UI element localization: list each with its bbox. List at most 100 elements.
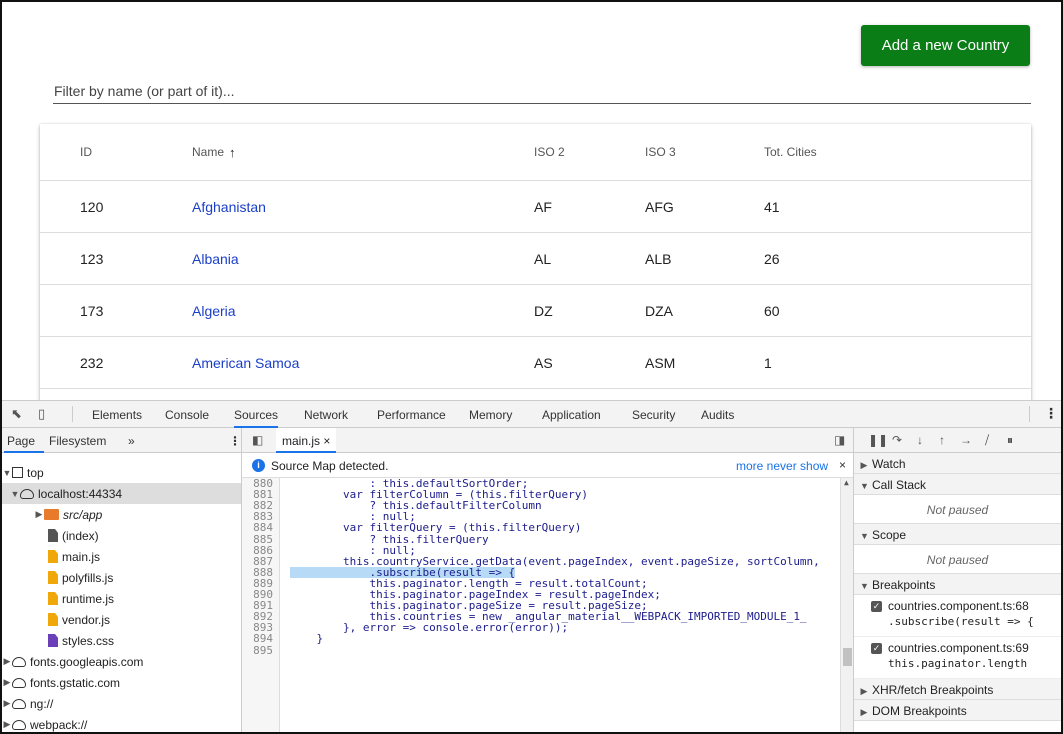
tree-item-src-app[interactable]: ▶ src/app	[2, 504, 241, 525]
code-line[interactable]: 894 }	[242, 633, 840, 644]
header-iso2[interactable]: ISO 2	[534, 124, 565, 180]
tab-elements[interactable]: Elements	[92, 408, 142, 422]
code-line[interactable]: 884 var filterQuery = (this.filterQuery)	[242, 522, 840, 533]
header-iso3[interactable]: ISO 3	[645, 124, 676, 180]
tab-application[interactable]: Application	[542, 408, 601, 422]
breakpoint-location: countries.component.ts:68	[888, 599, 1029, 613]
tab-security[interactable]: Security	[632, 408, 675, 422]
devtools-panel: ⬉ ▯ Elements Console Sources Network Per…	[2, 400, 1061, 732]
breakpoint-checkbox[interactable]: ✓	[871, 601, 882, 612]
tree-item-vendor-js[interactable]: vendor.js	[2, 609, 241, 630]
step-over-icon[interactable]: ↷	[892, 433, 902, 447]
tab-memory[interactable]: Memory	[469, 408, 512, 422]
tree-item-main-js[interactable]: main.js	[2, 546, 241, 567]
tab-console[interactable]: Console	[165, 408, 209, 422]
code-line[interactable]: 885 ? this.filterQuery	[242, 532, 840, 546]
cloud-icon	[12, 698, 26, 709]
close-infobar-icon[interactable]: ×	[839, 458, 846, 472]
breakpoint-item[interactable]: ✓ countries.component.ts:69 this.paginat…	[854, 637, 1061, 679]
line-number[interactable]: 895	[242, 644, 276, 655]
code-text: ? this.filterQuery	[290, 532, 489, 546]
tree-item-ng[interactable]: ▶ ng://	[2, 693, 241, 714]
tab-sources[interactable]: Sources	[234, 408, 279, 428]
device-toolbar-icon[interactable]: ▯	[38, 406, 45, 422]
toggle-navigator-icon[interactable]: ◧	[252, 433, 263, 447]
tree-label: main.js	[62, 549, 101, 564]
header-cities[interactable]: Tot. Cities	[764, 124, 817, 180]
step-into-icon[interactable]: ↓	[917, 433, 923, 447]
pause-on-exceptions-icon[interactable]: ⏸	[1007, 433, 1013, 448]
step-out-icon[interactable]: ↑	[939, 433, 945, 447]
breakpoint-checkbox[interactable]: ✓	[871, 643, 882, 654]
tree-item-localhost[interactable]: ▼ localhost:44334	[2, 483, 241, 504]
deactivate-breakpoints-icon[interactable]: ⧸	[985, 433, 989, 448]
tree-item-runtime-js[interactable]: runtime.js	[2, 588, 241, 609]
code-area[interactable]: 880 : this.defaultSortOrder; 881 var fil…	[242, 478, 853, 732]
devtools-tab-bar: ⬉ ▯ Elements Console Sources Network Per…	[2, 401, 1061, 428]
country-link[interactable]: Algeria	[192, 285, 236, 336]
tab-network[interactable]: Network	[304, 408, 348, 422]
line-number[interactable]: 884	[242, 522, 276, 533]
tree-item-styles-css[interactable]: styles.css	[2, 630, 241, 651]
more-options-icon[interactable]: ⋮	[1044, 405, 1058, 422]
script-file-icon	[48, 550, 58, 563]
cell-iso3: ASM	[645, 354, 676, 371]
tree-item-index[interactable]: (index)	[2, 525, 241, 546]
close-tab-icon[interactable]: ×	[323, 434, 330, 448]
tab-performance[interactable]: Performance	[377, 408, 446, 422]
tab-audits[interactable]: Audits	[701, 408, 734, 422]
country-link[interactable]: Afghanistan	[192, 181, 266, 232]
call-stack-section-header[interactable]: ▼ Call Stack	[854, 474, 1061, 495]
tree-item-top[interactable]: ▼ top	[2, 462, 241, 483]
breakpoints-section-header[interactable]: ▼ Breakpoints	[854, 574, 1061, 595]
xhr-breakpoints-section-header[interactable]: ▶ XHR/fetch Breakpoints	[854, 679, 1061, 700]
section-title: Call Stack	[872, 478, 927, 492]
add-country-button[interactable]: Add a new Country	[861, 25, 1030, 66]
country-link[interactable]: American Samoa	[192, 337, 299, 388]
inspect-element-icon[interactable]: ⬉	[11, 406, 22, 422]
line-number[interactable]: 885	[242, 533, 276, 544]
dom-breakpoints-section-header[interactable]: ▶ DOM Breakpoints	[854, 700, 1061, 721]
filter-placeholder: Filter by name (or part of it)...	[54, 83, 235, 99]
scroll-up-arrow-icon[interactable]: ▲	[844, 478, 849, 487]
country-link[interactable]: Albania	[192, 233, 239, 284]
breakpoint-item[interactable]: ✓ countries.component.ts:68 .subscribe(r…	[854, 595, 1061, 637]
toggle-debugger-icon[interactable]: ◨	[834, 433, 845, 447]
cloud-icon	[12, 677, 26, 688]
navigator-tab-bar: Page Filesystem » ⋮	[2, 428, 241, 453]
code-line[interactable]: 895	[242, 644, 840, 655]
source-map-actions-link[interactable]: more never show	[736, 459, 828, 473]
cell-iso2: AS	[534, 354, 553, 371]
scope-section-header[interactable]: ▼ Scope	[854, 524, 1061, 545]
cell-iso2: AL	[534, 250, 552, 267]
call-stack-status: Not paused	[854, 495, 1061, 524]
nav-tab-filesystem[interactable]: Filesystem	[49, 434, 106, 448]
tree-item-fonts-gstatic[interactable]: ▶ fonts.gstatic.com	[2, 672, 241, 693]
code-line[interactable]: 893 }, error => console.error(error));	[242, 622, 840, 633]
tree-label: fonts.googleapis.com	[30, 654, 144, 669]
header-name[interactable]: Name ↑	[192, 124, 236, 180]
header-id[interactable]: ID	[80, 124, 92, 180]
tree-label: webpack://	[30, 717, 88, 732]
cell-iso3: ALB	[645, 250, 672, 267]
code-scrollbar[interactable]: ▲	[840, 478, 853, 732]
watch-section-header[interactable]: ▶ Watch	[854, 453, 1061, 474]
tree-item-polyfills-js[interactable]: polyfills.js	[2, 567, 241, 588]
nav-menu-icon[interactable]: ⋮	[229, 434, 241, 448]
nav-more-tabs-icon[interactable]: »	[128, 434, 135, 448]
tree-item-webpack[interactable]: ▶ webpack://	[2, 714, 241, 732]
pause-icon[interactable]: ❚❚	[868, 433, 888, 447]
line-number[interactable]: 894	[242, 633, 276, 644]
step-icon[interactable]: →	[960, 433, 972, 447]
cell-iso2: AF	[534, 198, 552, 215]
filter-input[interactable]: Filter by name (or part of it)...	[53, 82, 1031, 104]
scroll-thumb[interactable]	[843, 648, 852, 666]
nav-tab-page[interactable]: Page	[7, 434, 35, 448]
section-title: XHR/fetch Breakpoints	[872, 683, 994, 697]
tree-label: (index)	[62, 528, 99, 543]
info-icon: i	[252, 459, 265, 472]
toolbar-divider	[1029, 406, 1030, 422]
cell-id: 173	[80, 302, 104, 319]
editor-tab-main-js[interactable]: main.js ×	[276, 428, 337, 453]
tree-item-fonts-googleapis[interactable]: ▶ fonts.googleapis.com	[2, 651, 241, 672]
